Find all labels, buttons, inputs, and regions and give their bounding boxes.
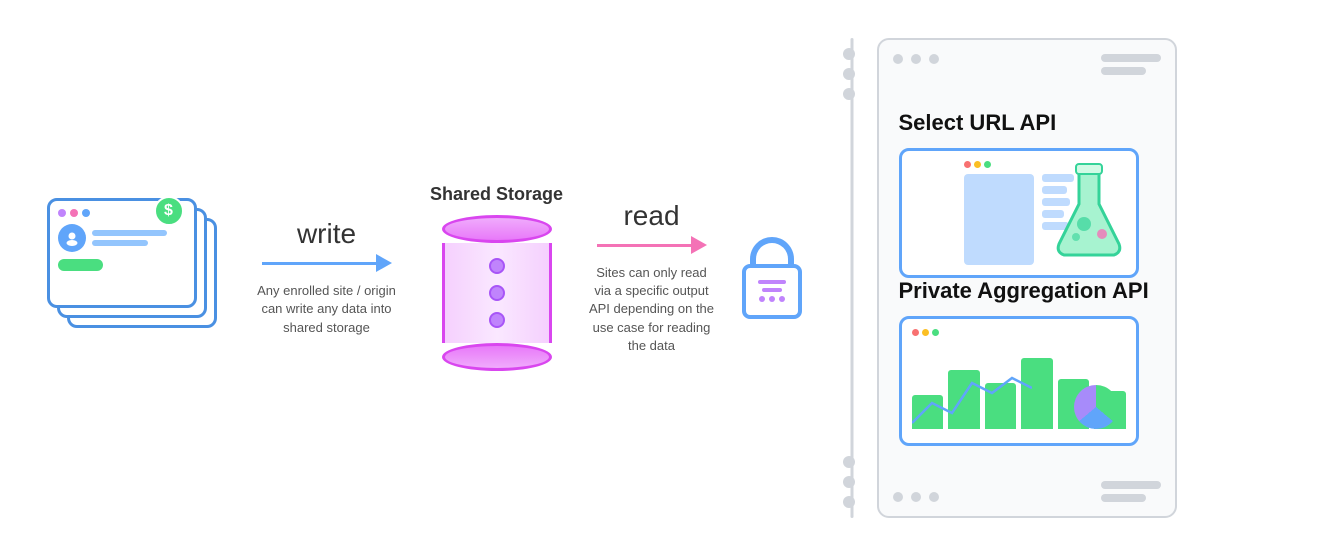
browser-dot-red [964,161,971,168]
card-button [58,259,103,271]
divider-dots-top [849,48,855,100]
divider [827,38,877,518]
lock-dot [769,296,775,302]
browser-dot-green [932,329,939,336]
bg-dot [911,492,921,502]
bg-dots-top [893,54,939,64]
private-agg-api-card: Private Aggregation API [899,278,1155,446]
site-cards-section: $ [27,198,247,358]
lock-section [717,237,827,319]
bg-dot [929,54,939,64]
lock-icon [742,237,802,319]
lock-line [762,288,782,292]
bg-bar [1101,54,1161,62]
lock-line [758,280,786,284]
divider-dot [843,476,855,488]
arrow-line [262,262,376,265]
lock-dots-row [759,296,785,302]
browser-left-col [964,174,1034,265]
bg-dot [893,54,903,64]
bg-dot [929,492,939,502]
lock-dot [779,296,785,302]
chart-bar-2 [948,370,980,428]
divider-dot [843,68,855,80]
card-lines [92,230,186,246]
dollar-badge-icon: $ [154,196,184,226]
cylinder-dot [489,258,505,274]
browser-dot-yellow [922,329,929,336]
read-label: read [623,200,679,232]
chart-bar-4 [1021,358,1053,429]
pie-chart-icon [1074,385,1118,429]
lock-shackle [750,237,794,267]
lock-lines [758,280,786,292]
storage-cylinder [442,215,552,371]
bg-lines-bottom [1101,481,1161,502]
bg-bar [1101,494,1146,502]
divider-dots-bottom [849,456,855,508]
browser-dot-red [912,329,919,336]
arrow-head [376,254,392,272]
card-dot [58,209,66,217]
cylinder-dot [489,285,505,301]
card-line [92,240,148,246]
arrow-line-pink [597,244,691,247]
chart-browser-dots [912,329,1126,336]
divider-line [850,38,853,518]
select-url-illustration [899,148,1139,278]
right-panel: Select URL API [877,38,1177,518]
browser-dot-yellow [974,161,981,168]
browser-dot-green [984,161,991,168]
select-url-api-card: Select URL API [899,110,1155,278]
bg-dot [911,54,921,64]
select-url-title: Select URL API [899,110,1155,136]
bg-dots-bottom [893,492,939,502]
lock-dot [759,296,765,302]
write-description: Any enrolled site / origin can write any… [252,282,402,337]
card-avatar-icon [58,224,86,252]
cylinder-dot [489,312,505,328]
write-label: write [297,218,356,250]
bg-bar [1101,481,1161,489]
bg-dot [893,492,903,502]
read-description: Sites can only read via a specific outpu… [587,264,717,355]
bg-lines-top [1101,54,1161,75]
cylinder-bottom [442,343,552,371]
private-agg-title: Private Aggregation API [899,278,1155,304]
main-diagram: $ write Any enrolled site / origin can w… [27,18,1307,538]
card-dot [82,209,90,217]
read-arrow-section: read Sites can only read via a specific … [587,200,717,355]
chart-bar-1 [912,395,944,428]
divider-dot [843,456,855,468]
card-line [92,230,167,236]
storage-label: Shared Storage [430,184,563,205]
arrow-head-pink [691,236,707,254]
write-arrow-section: write Any enrolled site / origin can wri… [247,218,407,337]
divider-dot [843,88,855,100]
site-card-front: $ [47,198,197,308]
write-arrow [262,254,392,272]
lock-body [742,264,802,319]
private-agg-illustration [899,316,1139,446]
site-cards: $ [47,198,227,358]
shared-storage-section: Shared Storage [407,184,587,371]
read-arrow [597,236,707,254]
cylinder-top [442,215,552,243]
flask-icon [1054,159,1124,264]
card-dot [70,209,78,217]
bg-bar [1101,67,1146,75]
divider-dot [843,48,855,60]
card-avatar-row [58,224,186,252]
divider-dot [843,496,855,508]
chart-bar-3 [985,383,1017,429]
cylinder-body [442,243,552,343]
